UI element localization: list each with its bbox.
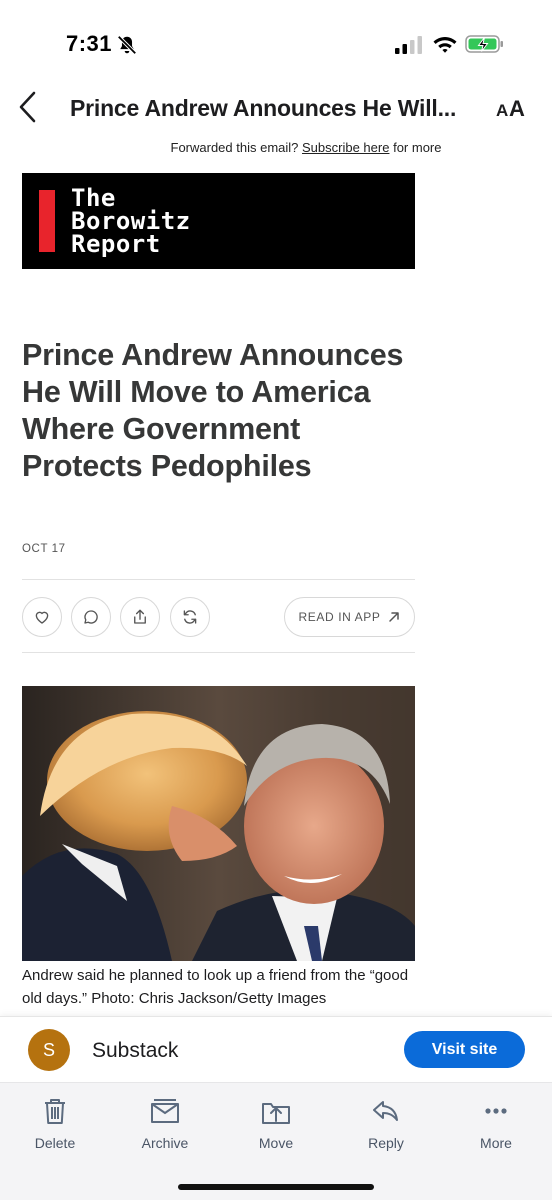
article-date: OCT 17 — [22, 543, 66, 555]
more-label: More — [480, 1135, 512, 1151]
heart-icon — [35, 611, 49, 624]
photo-caption: Andrew said he planned to look up a frie… — [22, 967, 409, 1007]
divider-top — [22, 579, 415, 580]
divider-bottom — [22, 652, 415, 653]
archive-button[interactable]: Archive — [120, 1095, 210, 1151]
article-photo-image — [22, 686, 415, 961]
svg-text:A: A — [496, 101, 508, 120]
svg-text:A: A — [509, 96, 525, 120]
bell-slash-icon — [117, 35, 137, 55]
like-button[interactable] — [22, 597, 62, 637]
visit-site-button[interactable]: Visit site — [404, 1031, 525, 1068]
forwarded-prefix: Forwarded this email? — [170, 140, 299, 155]
reply-label: Reply — [368, 1135, 404, 1151]
share-icon — [134, 609, 146, 624]
forwarded-notice: Forwarded this email? Subscribe here for… — [0, 140, 552, 155]
read-in-app-label: READ IN APP — [298, 610, 381, 624]
restack-button[interactable] — [170, 597, 210, 637]
wifi-icon — [433, 37, 457, 53]
archive-icon — [151, 1099, 179, 1123]
status-bar: 7:31 — [0, 0, 552, 80]
cellular-signal-icon — [395, 36, 422, 54]
sender-avatar[interactable]: S — [28, 1029, 70, 1071]
move-icon — [262, 1103, 290, 1124]
header-title: Prince Andrew Announces He Will... — [70, 95, 457, 121]
more-icon — [485, 1108, 507, 1114]
comment-button[interactable] — [71, 597, 111, 637]
forwarded-suffix: for more — [393, 140, 442, 155]
delete-label: Delete — [34, 1135, 76, 1151]
reply-icon — [373, 1101, 398, 1121]
home-indicator[interactable] — [178, 1184, 374, 1190]
text-size-icon[interactable]: A A — [496, 96, 530, 120]
more-button[interactable]: More — [451, 1095, 541, 1151]
bottom-toolbar: Delete Archive Move Reply More — [0, 1082, 552, 1200]
arrow-up-right-icon — [389, 612, 400, 622]
read-in-app-button[interactable]: READ IN APP — [284, 597, 415, 637]
status-time: 7:31 — [66, 31, 113, 56]
share-button[interactable] — [120, 597, 160, 637]
restack-icon — [183, 610, 197, 624]
archive-label: Archive — [141, 1135, 189, 1151]
article-title: Prince Andrew Announces He Will Move to … — [22, 338, 404, 483]
comment-icon — [84, 610, 98, 624]
logo-line-3: Report — [71, 230, 161, 258]
sender-bar: S Substack Visit site — [0, 1016, 552, 1082]
battery-charging-icon — [465, 35, 503, 53]
trash-icon — [45, 1099, 65, 1124]
sender-name: Substack — [92, 1039, 179, 1062]
delete-button[interactable]: Delete — [10, 1095, 100, 1151]
reply-button[interactable]: Reply — [341, 1095, 431, 1151]
email-header: Prince Andrew Announces He Will... A A — [0, 80, 552, 136]
borowitz-report-logo: The Borowitz Report — [22, 173, 415, 269]
logo-text: The Borowitz Report — [71, 186, 191, 258]
subscribe-link[interactable]: Subscribe here — [302, 140, 389, 155]
article-photo — [22, 686, 415, 961]
move-button[interactable]: Move — [231, 1095, 321, 1151]
move-label: Move — [258, 1135, 294, 1151]
logo-red-bar — [39, 190, 55, 252]
chevron-left-icon[interactable] — [16, 90, 40, 124]
